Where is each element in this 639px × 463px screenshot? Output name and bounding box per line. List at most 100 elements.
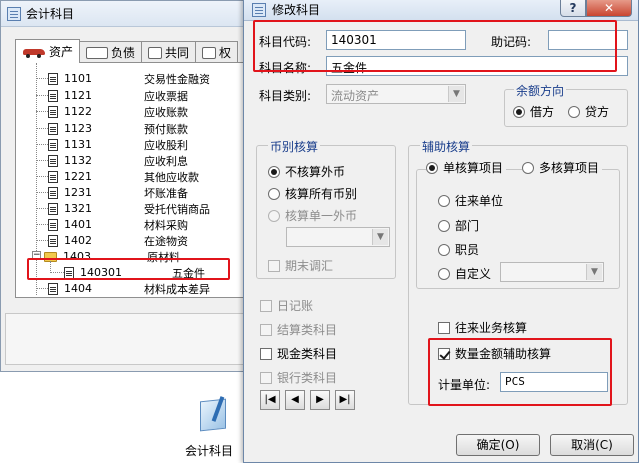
account-code-input[interactable]: 140301 [326, 30, 466, 50]
tree-connector [36, 111, 48, 112]
last-icon: ▶| [339, 394, 351, 405]
single-currency-radio[interactable]: 核算单一外币 [268, 207, 357, 224]
tree-row[interactable]: 1221 其他应收款 [48, 169, 199, 184]
no-foreign-currency-radio[interactable]: 不核算外币 [268, 163, 345, 180]
tree-row[interactable]: 1403 原材料 [44, 249, 180, 264]
credit-radio[interactable]: 贷方 [568, 103, 609, 120]
tree-connector [36, 160, 48, 161]
tree-row[interactable]: 1404 材料成本差异 [48, 281, 210, 296]
tree-row[interactable]: 1132 应收利息 [48, 153, 188, 168]
tree-connector [36, 192, 48, 193]
tree-guide-line [36, 63, 37, 295]
help-button[interactable]: ? [560, 0, 586, 17]
tree-row[interactable]: 1122 应收账款 [48, 104, 188, 119]
currency-select[interactable]: ▼ [286, 227, 390, 247]
app-icon [7, 6, 21, 21]
trade-aux-checkbox[interactable]: 往来业务核算 [438, 319, 527, 336]
tree-connector [36, 288, 48, 289]
tab-equity[interactable]: 权 [195, 41, 239, 63]
auxiliary-group-title: 辅助核算 [420, 138, 473, 155]
close-button[interactable]: ✕ [586, 0, 632, 17]
cancel-button[interactable]: 取消(C) [550, 434, 634, 456]
tab-liabilities[interactable]: 负债 [79, 41, 143, 63]
first-record-button[interactable]: |◀ [260, 390, 280, 410]
accounts-window-titlebar: 会计科目 [1, 1, 249, 27]
folder-icon [44, 251, 57, 262]
document-icon [64, 266, 74, 279]
debit-radio[interactable]: 借方 [513, 103, 554, 120]
dialog-icon [252, 2, 266, 17]
tab-common[interactable]: 共同 [141, 41, 197, 63]
next-icon: ▶ [316, 394, 324, 405]
document-icon [48, 218, 58, 231]
single-item-radio[interactable]: 单核算项目 [426, 159, 507, 176]
tree-row[interactable]: 1121 应收票据 [48, 88, 188, 103]
document-icon [48, 234, 58, 247]
car-icon [22, 46, 46, 58]
aux-department-radio[interactable]: 部门 [438, 217, 479, 234]
tree-row[interactable]: 1101 交易性金融资 [48, 71, 210, 86]
first-icon: |◀ [264, 394, 276, 405]
aux-custom-radio[interactable]: 自定义 [438, 265, 491, 282]
account-category-label: 科目类别: [259, 89, 312, 103]
account-tree[interactable]: 1101 交易性金融资 1121 应收票据 1122 应收账款 1123 预付账… [15, 62, 247, 298]
chevron-down-icon: ▼ [586, 264, 602, 280]
tree-row-selected[interactable]: 140301 五金件 [64, 265, 205, 280]
document-icon [48, 89, 58, 102]
book-icon [148, 46, 163, 59]
edit-account-dialog: 修改科目 ? ✕ 科目代码: 140301 助记码: 科目名称: 五金件 科目类… [243, 0, 639, 463]
quantity-amount-aux-checkbox[interactable]: 数量金额辅助核算 [438, 345, 551, 362]
tree-connector [36, 176, 48, 177]
chevron-down-icon: ▼ [448, 86, 464, 102]
document-icon [48, 202, 58, 215]
journal-checkbox[interactable]: 日记账 [260, 297, 313, 314]
accounts-window: 会计科目 资产 负债 共同 权 1101 交易性金融资 1121 应收票据 11… [0, 0, 250, 372]
tree-row[interactable]: 1402 在途物资 [48, 233, 188, 248]
currency-group-title: 币别核算 [268, 138, 321, 155]
tree-connector [36, 95, 48, 96]
tree-collapse-toggle[interactable]: − [32, 251, 41, 260]
chevron-down-icon: ▼ [372, 229, 388, 245]
custom-item-select[interactable]: ▼ [500, 262, 604, 282]
tree-row[interactable]: 1321 受托代销商品 [48, 201, 210, 216]
tree-connector [36, 208, 48, 209]
document-icon [48, 170, 58, 183]
card-icon [86, 46, 109, 59]
account-category-select[interactable]: 流动资产 ▼ [326, 84, 466, 104]
close-icon: ✕ [603, 0, 615, 15]
prev-icon: ◀ [291, 394, 299, 405]
last-record-button[interactable]: ▶| [335, 390, 355, 410]
accounts-shortcut-icon[interactable] [194, 396, 234, 436]
account-name-input[interactable]: 五金件 [326, 56, 628, 76]
mnemonic-input[interactable] [548, 30, 628, 50]
document-icon [48, 122, 58, 135]
next-record-button[interactable]: ▶ [310, 390, 330, 410]
account-type-tabs: 资产 负债 共同 权 [15, 39, 239, 63]
prev-record-button[interactable]: ◀ [285, 390, 305, 410]
tab-assets[interactable]: 资产 [15, 39, 81, 63]
account-code-label: 科目代码: [259, 35, 312, 49]
document-icon [48, 282, 58, 295]
tree-row[interactable]: 1231 坏账准备 [48, 185, 188, 200]
unit-label: 计量单位: [438, 378, 491, 392]
ok-button[interactable]: 确定(O) [456, 434, 540, 456]
tree-row[interactable]: 1131 应收股利 [48, 137, 188, 152]
tree-connector [36, 128, 48, 129]
document-icon [48, 105, 58, 118]
settlement-account-checkbox[interactable]: 结算类科目 [260, 321, 337, 338]
tree-row[interactable]: 1401 材料采购 [48, 217, 188, 232]
multi-item-radio[interactable]: 多核算项目 [522, 159, 603, 176]
aux-partner-radio[interactable]: 往来单位 [438, 192, 503, 209]
tree-row[interactable]: 1123 预付账款 [48, 121, 188, 136]
mnemonic-label: 助记码: [491, 35, 532, 49]
document-icon [48, 72, 58, 85]
cash-account-checkbox[interactable]: 现金类科目 [260, 345, 337, 362]
tree-connector [36, 144, 48, 145]
period-end-adjust-checkbox[interactable]: 期末调汇 [268, 257, 333, 274]
bank-account-checkbox[interactable]: 银行类科目 [260, 369, 337, 386]
aux-employee-radio[interactable]: 职员 [438, 241, 479, 258]
all-currencies-radio[interactable]: 核算所有币别 [268, 185, 357, 202]
accounts-shortcut-label: 会计科目 [185, 444, 234, 458]
unit-input[interactable]: PCS [500, 372, 608, 392]
details-pane [5, 313, 245, 365]
